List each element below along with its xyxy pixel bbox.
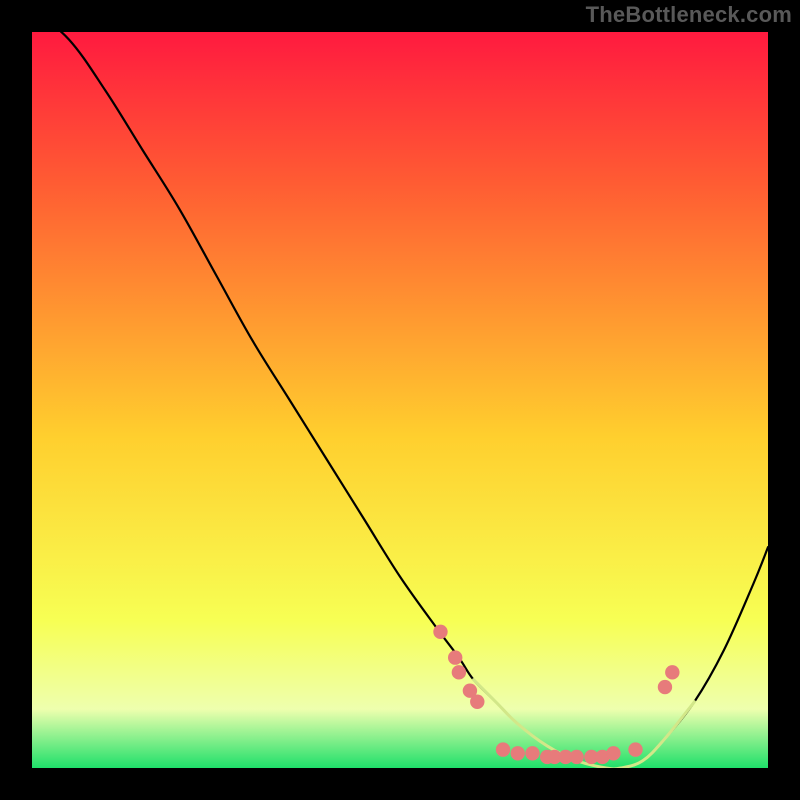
curve-dot	[628, 742, 642, 756]
curve-dot	[433, 625, 447, 639]
curve-dot	[511, 746, 525, 760]
curve-dot	[665, 665, 679, 679]
curve-dot	[658, 680, 672, 694]
chart-svg	[32, 32, 768, 768]
curve-dot	[525, 746, 539, 760]
plot-background	[32, 32, 768, 768]
curve-dot	[496, 742, 510, 756]
curve-dot	[470, 695, 484, 709]
watermark-text: TheBottleneck.com	[586, 2, 792, 28]
plot-frame	[32, 32, 768, 768]
curve-dot	[452, 665, 466, 679]
curve-dot	[569, 750, 583, 764]
curve-dot	[448, 650, 462, 664]
chart-stage: TheBottleneck.com	[0, 0, 800, 800]
curve-dot	[606, 746, 620, 760]
